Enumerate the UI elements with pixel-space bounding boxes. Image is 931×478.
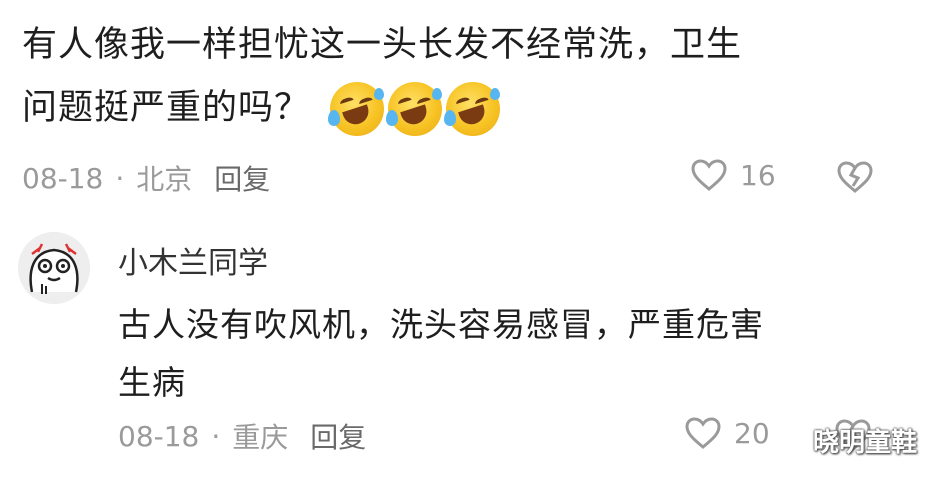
like-count: 20 [734, 416, 770, 450]
reply-date: 08-18 [118, 419, 200, 453]
comment-meta: 08-18 · 北京 回复 [22, 158, 270, 198]
reply-location: 重庆 [232, 421, 289, 454]
like-count: 16 [740, 158, 776, 192]
reply-line-2: 生病 [118, 363, 186, 402]
reply-text: 古人没有吹风机，洗头容易感冒，严重危害 生病 [118, 296, 848, 412]
comment-date: 08-18 [22, 161, 104, 195]
avatar[interactable] [18, 232, 90, 304]
reply-button[interactable]: 回复 [310, 416, 366, 456]
meta-separator: · [211, 419, 221, 453]
broken-heart-icon [837, 161, 873, 193]
comment-line-2: 问题挺严重的吗？ [22, 77, 852, 140]
reply-meta: 08-18 · 重庆 回复 [118, 416, 366, 456]
like-button[interactable]: 20 [684, 416, 770, 450]
comment-text: 有人像我一样担忧这一头长发不经常洗，卫生 问题挺严重的吗？ [22, 14, 852, 140]
comment-thread: 有人像我一样担忧这一头长发不经常洗，卫生 问题挺严重的吗？ 08-18 · 北京… [0, 0, 931, 478]
comment-line-1: 有人像我一样担忧这一头长发不经常洗，卫生 [22, 25, 743, 65]
reply-line-1: 古人没有吹风机，洗头容易感冒，严重危害 [118, 305, 764, 344]
reply-username[interactable]: 小木兰同学 [118, 238, 268, 282]
rolling-laughing-emoji-icon [328, 82, 385, 136]
like-button[interactable]: 16 [690, 158, 776, 192]
cartoon-avatar-icon [18, 232, 90, 304]
dislike-button[interactable] [836, 160, 874, 198]
rolling-laughing-emoji-icon [386, 82, 443, 136]
heart-icon [685, 417, 721, 449]
heart-icon [691, 159, 727, 191]
rolling-laughing-emoji-icon [444, 82, 501, 136]
watermark: 晓明童鞋 [812, 428, 917, 458]
meta-separator: · [115, 161, 125, 195]
reply-button[interactable]: 回复 [214, 158, 270, 198]
comment-location: 北京 [136, 163, 193, 196]
emoji-group [328, 82, 501, 136]
